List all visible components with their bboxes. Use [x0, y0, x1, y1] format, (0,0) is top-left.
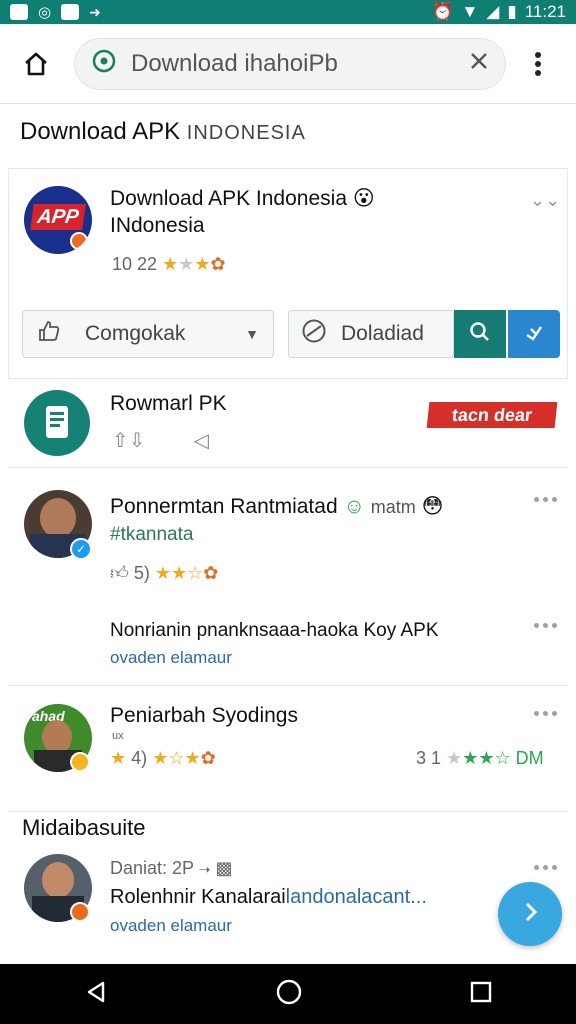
battery-icon: ▮: [507, 2, 517, 21]
status-bar: ◎ ➜ ⏰ ▼ ◢ ▮ 11:21: [0, 0, 576, 24]
review-2-rating-right-number: 3 1: [416, 748, 442, 768]
share-button[interactable]: [508, 310, 560, 358]
message-icon: [61, 4, 80, 20]
review-2-name[interactable]: Peniarbah Syodings: [110, 704, 298, 728]
more-vert-icon[interactable]: [516, 42, 560, 86]
review-3-text-dark: Rolenhnir Kanalarai: [110, 886, 286, 908]
lock-icon: [91, 48, 117, 79]
blush-emoji-icon: 😳: [421, 495, 444, 518]
thumbs-up-icon: [37, 319, 61, 349]
review-1-name[interactable]: Ponnermtan Rantmiatad ☺ matm 😳: [110, 494, 444, 519]
review-1-handle[interactable]: #tkannata: [110, 524, 193, 546]
like-icon[interactable]: ⇧⇩: [112, 428, 146, 453]
promo-badge[interactable]: tacn dear: [426, 402, 558, 428]
review-1-rating: 👍︎ 5) ★★☆✿: [110, 562, 218, 584]
recents-icon[interactable]: [469, 980, 493, 1009]
app-meta: 10 22 ★★★✿: [112, 254, 226, 275]
download-button[interactable]: Doladiad: [288, 310, 454, 358]
badge-icon: [70, 752, 90, 772]
stars: ★☆★✿: [152, 748, 216, 768]
search-button[interactable]: [454, 310, 506, 358]
no-entry-icon: [301, 318, 327, 350]
arrow-icon: ➜: [89, 3, 101, 20]
doc-icon: ▩: [215, 858, 233, 878]
app-logo-text: APP: [35, 205, 81, 228]
app-logo[interactable]: APP: [24, 186, 92, 254]
review-2-rating-left-text: 4): [131, 748, 148, 768]
smile-green-icon: ☺: [343, 495, 365, 518]
status-time: 11:21: [524, 2, 566, 21]
next-fab[interactable]: [498, 882, 562, 946]
promo-actions: ⇧⇩ ◁: [112, 428, 209, 453]
chevron-down-icon[interactable]: ⌄⌄: [530, 190, 560, 211]
review-1-comment: Nonrianin pnanknsaaa-haoka Koy APK: [110, 620, 439, 641]
review-3-text: Rolenhnir Kanalarailandonalacant...: [110, 886, 427, 909]
review-2-rating-right: 3 1 ★★★☆ DM: [416, 748, 544, 769]
review-2-small-label: ux: [112, 730, 124, 742]
arrow-icon: ➝: [198, 861, 211, 877]
system-nav-bar: [0, 964, 576, 1024]
review-1-count: 5): [133, 563, 150, 583]
review-3-text-blue[interactable]: landonalacant...: [286, 886, 427, 908]
search-icon: [469, 321, 491, 348]
whatsapp-icon: ◎: [38, 4, 52, 21]
page-title: Download APK INDONESIA: [20, 118, 306, 146]
promo-title[interactable]: Rowmarl PK: [110, 392, 227, 416]
alarm-icon: ⏰: [432, 2, 454, 21]
signal-icon: ◢: [486, 2, 500, 21]
review-1-emoji-text: matm: [370, 497, 416, 517]
home-circle-icon[interactable]: [275, 978, 303, 1011]
caret-down-icon: ▼: [245, 326, 259, 342]
review-3-meta-text: Daniat: 2P: [110, 858, 194, 878]
more-icon[interactable]: [534, 860, 562, 874]
like-dropdown-label: Comgokak: [85, 322, 186, 345]
wifi-icon: ▼: [461, 2, 479, 21]
app-meta-number: 10 22: [112, 254, 158, 274]
chevron-right-icon: [517, 899, 543, 930]
review-2-rating-left: ★ 4) ★☆★✿: [110, 748, 216, 769]
share-icon: [523, 321, 545, 348]
badge-icon: [70, 902, 90, 922]
home-icon[interactable]: [14, 42, 58, 86]
browser-toolbar: Download ihahoiPb: [0, 24, 576, 104]
review-1-name-text: Ponnermtan Rantmiatad: [110, 495, 338, 518]
star-icon: ★: [110, 748, 127, 768]
more-icon[interactable]: [534, 706, 562, 720]
megaphone-icon[interactable]: ◁: [194, 428, 209, 453]
close-icon[interactable]: [469, 51, 489, 76]
photo-icon: [10, 4, 28, 20]
back-icon[interactable]: [83, 979, 109, 1010]
thumbs-up-icon[interactable]: 👍︎: [110, 563, 129, 583]
more-icon[interactable]: [534, 618, 562, 632]
smile-emoji-icon: 😮: [352, 187, 375, 210]
stars-green: ★★★☆: [446, 748, 511, 768]
stars: ★★☆✿: [154, 563, 219, 583]
app-rating-stars: ★★★✿: [162, 254, 226, 274]
more-icon[interactable]: [534, 492, 562, 506]
promo-badge-text: tacn dear: [450, 404, 534, 425]
review-3-meta: Daniat: 2P ➝ ▩: [110, 858, 233, 879]
page-title-sub: INDONESIA: [186, 122, 306, 144]
download-label: Doladiad: [341, 322, 424, 345]
verified-icon: ✓: [70, 538, 92, 560]
like-dropdown-button[interactable]: Comgokak ▼: [22, 310, 274, 358]
review-1-reply-link[interactable]: ovaden elamaur: [110, 648, 232, 668]
app-publisher: INdonesia: [110, 214, 205, 237]
app-name-text: Download APK Indonesia: [110, 187, 347, 210]
page-title-main: Download APK: [20, 118, 181, 145]
app-name[interactable]: Download APK Indonesia 😮: [110, 186, 375, 211]
review-3-reply-link[interactable]: ovaden elamaur: [110, 916, 232, 936]
url-bar[interactable]: Download ihahoiPb: [74, 37, 506, 90]
badge-icon: [70, 232, 88, 250]
review-2-rating-right-suffix: DM: [515, 748, 544, 768]
url-text[interactable]: Download ihahoiPb: [131, 50, 455, 78]
app-icon-teal: [24, 390, 90, 456]
section-label: Midaibasuite: [22, 815, 146, 840]
